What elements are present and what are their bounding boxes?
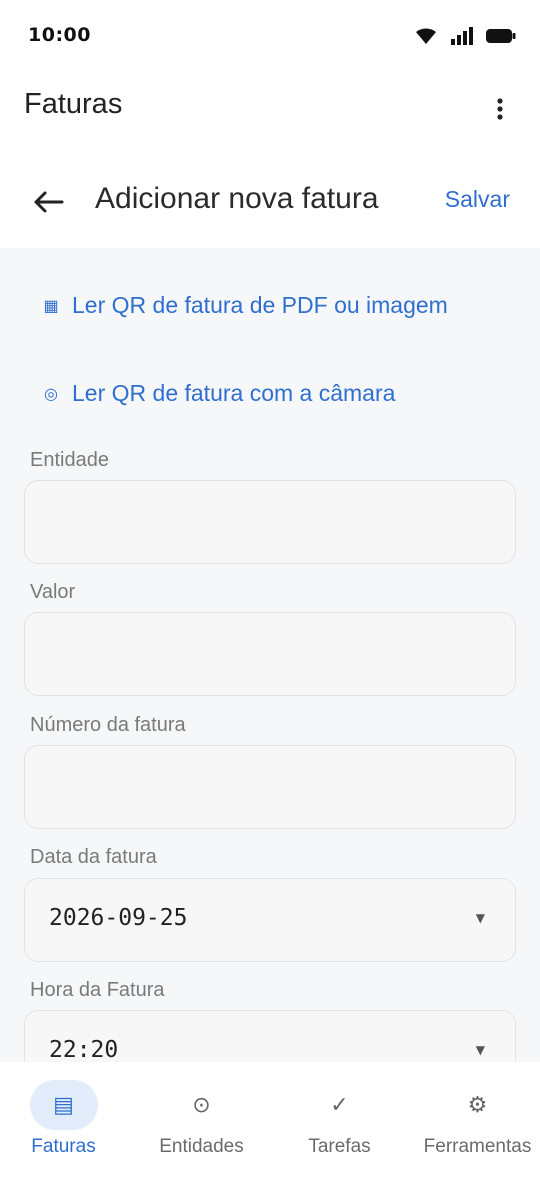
entity-icon: ⊙ xyxy=(192,1092,211,1118)
overflow-menu-button[interactable] xyxy=(488,94,512,124)
nav-label-entidades: Entidades xyxy=(159,1136,244,1157)
dropdown-caret-icon: ▼ xyxy=(475,911,485,925)
amount-label: Valor xyxy=(30,581,76,603)
invoice-date-select[interactable]: 2026-09-25 ▼ xyxy=(24,878,516,962)
arrow-back-icon xyxy=(34,191,64,213)
amount-field[interactable] xyxy=(24,612,516,696)
nav-label-ferramentas: Ferramentas xyxy=(423,1136,532,1157)
invoice-number-label: Número da fatura xyxy=(30,714,186,736)
nav-item-tarefas[interactable]: ✓ Tarefas xyxy=(272,1080,407,1170)
nav-label-tarefas: Tarefas xyxy=(308,1136,371,1157)
app-title: Faturas xyxy=(24,88,123,120)
page-title: Adicionar nova fatura xyxy=(95,182,379,215)
nav-item-ferramentas[interactable]: ⚙ Ferramentas xyxy=(410,1080,540,1170)
nav-item-entidades[interactable]: ⊙ Entidades xyxy=(134,1080,269,1170)
app-header: Faturas xyxy=(0,72,540,148)
invoice-time-select[interactable]: 22:20 ▼ xyxy=(24,1010,516,1062)
entity-label: Entidade xyxy=(30,449,109,471)
invoice-date-label: Data da fatura xyxy=(30,846,157,868)
qr-from-camera-button[interactable]: ◎ Ler QR de fatura com a câmara xyxy=(40,380,395,407)
signal-icon xyxy=(451,27,473,45)
grid-icon: ▦ xyxy=(43,297,59,315)
more-vert-icon xyxy=(497,98,503,120)
bottom-navigation: ▤ Faturas ⊙ Entidades ✓ Tarefas ⚙ Ferram… xyxy=(0,1062,540,1181)
qr-from-file-label: Ler QR de fatura de PDF ou imagem xyxy=(72,292,448,318)
check-icon: ✓ xyxy=(330,1092,349,1118)
back-button[interactable] xyxy=(26,180,70,224)
page-header: Adicionar nova fatura Salvar xyxy=(0,160,540,244)
invoice-form: ▦ Ler QR de fatura de PDF ou imagem ◎ Le… xyxy=(0,248,540,1062)
status-time: 10:00 xyxy=(28,24,91,46)
settings-icon: ⚙ xyxy=(467,1092,488,1118)
invoice-time-label: Hora da Fatura xyxy=(30,979,165,1001)
camera-icon: ◎ xyxy=(44,385,58,403)
save-button[interactable]: Salvar xyxy=(445,186,510,213)
invoice-time-value: 22:20 xyxy=(49,1037,119,1062)
nav-label-faturas: Faturas xyxy=(31,1136,96,1157)
entity-field[interactable] xyxy=(24,480,516,564)
nav-item-faturas[interactable]: ▤ Faturas xyxy=(0,1080,131,1170)
dropdown-caret-icon: ▼ xyxy=(475,1043,485,1057)
invoice-list-icon: ▤ xyxy=(29,1080,98,1130)
qr-from-file-button[interactable]: ▦ Ler QR de fatura de PDF ou imagem xyxy=(40,292,448,319)
status-icons xyxy=(414,26,516,46)
qr-from-camera-label: Ler QR de fatura com a câmara xyxy=(72,380,396,406)
invoice-number-field[interactable] xyxy=(24,745,516,829)
invoice-date-value: 2026-09-25 xyxy=(49,905,188,931)
wifi-icon xyxy=(416,28,436,44)
battery-icon xyxy=(486,29,516,43)
status-bar: 10:00 xyxy=(0,0,540,72)
